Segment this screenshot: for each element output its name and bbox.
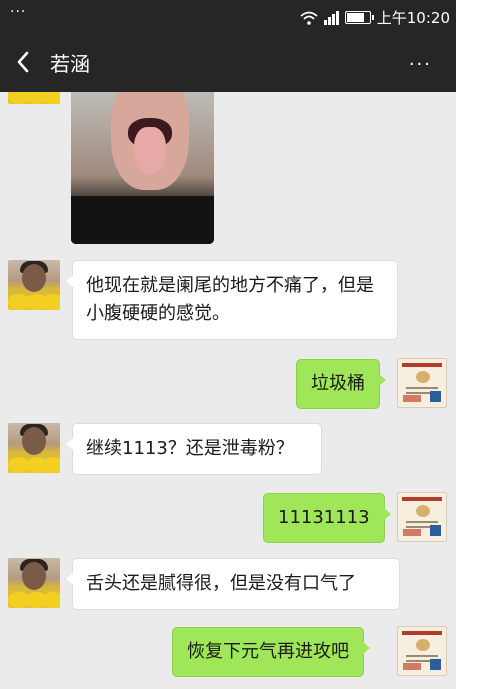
received-message[interactable]: 他现在就是阑尾的地方不痛了，但是小腹硬硬的感觉。 bbox=[66, 260, 398, 340]
chevron-left-icon[interactable] bbox=[12, 48, 36, 76]
battery-icon bbox=[344, 11, 374, 24]
contact-avatar[interactable] bbox=[8, 558, 60, 608]
status-bar: ··· 上午10:20 bbox=[0, 0, 456, 34]
more-horizontal-icon[interactable]: ··· bbox=[409, 54, 432, 75]
received-message[interactable]: 继续1113？还是泄毒粉？ bbox=[66, 423, 322, 475]
status-time: 上午10:20 bbox=[376, 9, 450, 27]
chat-area[interactable]: 他现在就是阑尾的地方不痛了，但是小腹硬硬的感觉。 垃圾桶 继续1113？还是泄毒… bbox=[0, 92, 456, 689]
notification-dots: ··· bbox=[10, 4, 27, 20]
right-margin bbox=[456, 0, 477, 689]
user-avatar[interactable] bbox=[397, 626, 447, 676]
contact-avatar[interactable] bbox=[8, 423, 60, 473]
sent-message[interactable]: 恢复下元气再进攻吧 bbox=[172, 627, 370, 678]
sent-message[interactable]: 11131113 bbox=[263, 493, 391, 544]
chat-header: 若涵 ··· bbox=[0, 34, 456, 92]
user-avatar[interactable] bbox=[397, 358, 447, 408]
contact-avatar[interactable] bbox=[8, 260, 60, 310]
status-icons: 上午10:20 bbox=[300, 7, 450, 28]
contact-name: 若涵 bbox=[50, 52, 90, 76]
user-avatar[interactable] bbox=[397, 492, 447, 542]
signal-icon bbox=[323, 10, 339, 25]
image-message[interactable] bbox=[71, 92, 214, 244]
wifi-icon bbox=[300, 11, 318, 25]
received-message[interactable]: 舌头还是腻得很，但是没有口气了 bbox=[66, 558, 400, 610]
contact-avatar[interactable] bbox=[8, 92, 60, 104]
sent-message[interactable]: 垃圾桶 bbox=[296, 359, 386, 410]
